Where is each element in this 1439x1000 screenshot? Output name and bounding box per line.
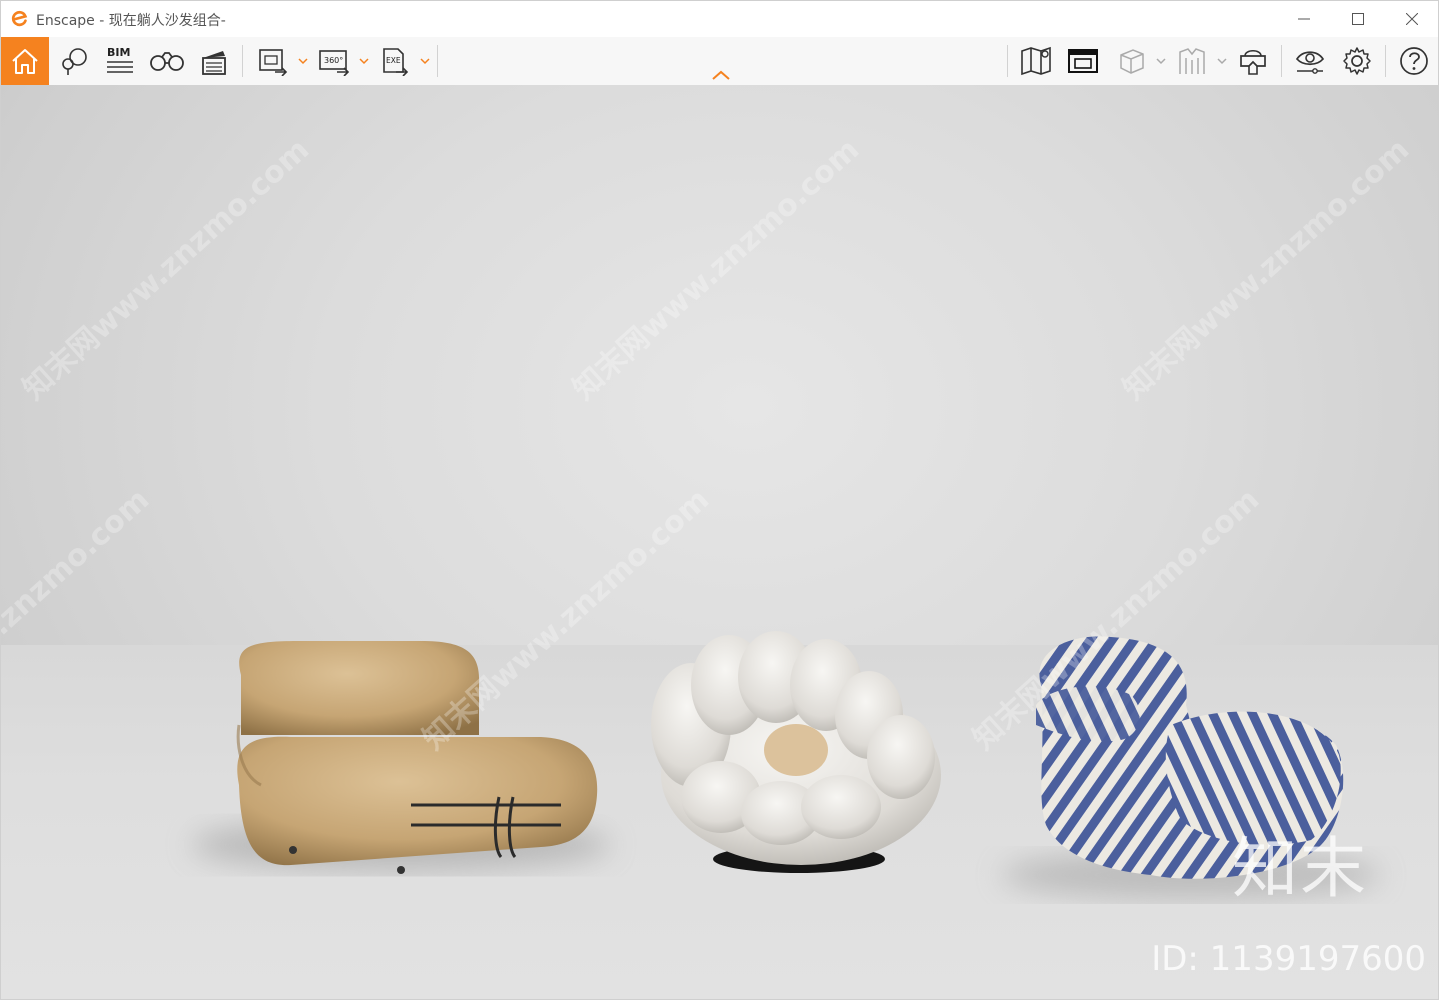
chevron-down-icon[interactable] [298,57,308,65]
title-bar[interactable]: Enscape - 现在躺人沙发组合- [1,1,1438,37]
close-button[interactable] [1385,1,1438,37]
binoculars-icon [150,52,184,71]
toolbar-separator [242,45,243,77]
video-editor-button[interactable] [194,43,234,79]
tan-lounge-chair[interactable] [236,641,598,874]
exe-export-button[interactable]: EXE [375,43,415,79]
help-icon [1400,47,1428,75]
map-pin-icon [62,48,87,75]
toolbar-separator [1281,45,1282,77]
map-icon [1021,46,1051,76]
brand-watermark: 知末 [1232,830,1368,907]
binoculars-button[interactable] [146,43,188,79]
views-button[interactable] [53,43,93,79]
render-viewport[interactable]: 知末网www.znzmo.com 知末网www.znzmo.com 知末网www… [1,85,1438,999]
bim-icon: BIM [107,46,133,73]
screenshot-export-button[interactable] [253,43,293,79]
chevron-up-icon[interactable] [711,69,731,81]
panorama-export-button[interactable]: 360° [314,43,354,79]
map-button[interactable] [1016,43,1056,79]
toolbar-separator [437,45,438,77]
settings-button[interactable] [1337,43,1377,79]
image-export-icon [259,49,288,76]
enscape-window: Enscape - 现在躺人沙发组合- BIM 360° EXE 知末网www.… [0,0,1439,1000]
visual-settings-button[interactable] [1290,43,1330,79]
maximize-icon [1352,13,1364,25]
image-id: ID: 1139197600 [1151,939,1426,979]
toolbar-separator [1007,45,1008,77]
bim-button[interactable]: BIM [99,43,139,79]
svg-text:EXE: EXE [386,56,401,65]
chevron-down-icon[interactable] [1156,57,1166,65]
help-button[interactable] [1394,43,1434,79]
asset-library-icon [1068,49,1098,73]
home-icon [12,49,38,74]
svg-text:360°: 360° [324,56,343,65]
gear-icon [1343,47,1371,75]
white-petal-chair[interactable] [651,631,941,873]
enscape-logo-icon [11,10,28,27]
vr-headset-icon [1240,49,1266,75]
toolbar-separator [1385,45,1386,77]
exe-export-icon: EXE [383,48,409,76]
chevron-down-icon[interactable] [359,57,369,65]
close-icon [1406,13,1418,25]
chevron-down-icon[interactable] [1217,57,1227,65]
minimize-icon [1298,18,1310,20]
window-title: Enscape - 现在躺人沙发组合- [36,13,226,29]
minimize-button[interactable] [1277,1,1331,37]
eye-icon [1295,51,1325,74]
maximize-button[interactable] [1331,1,1385,37]
panorama-export-icon: 360° [319,50,350,76]
svg-text:BIM: BIM [107,46,130,59]
material-editor-button[interactable] [1172,43,1212,79]
chevron-down-icon[interactable] [420,57,430,65]
vr-headset-button[interactable] [1233,43,1273,79]
toolbar: BIM 360° EXE [1,37,1438,86]
home-button[interactable] [1,37,49,85]
material-icon [1179,48,1205,74]
section-box-button[interactable] [1111,43,1151,79]
asset-library-button[interactable] [1063,43,1103,79]
clapperboard-icon [202,51,226,75]
cube-icon [1120,49,1144,74]
